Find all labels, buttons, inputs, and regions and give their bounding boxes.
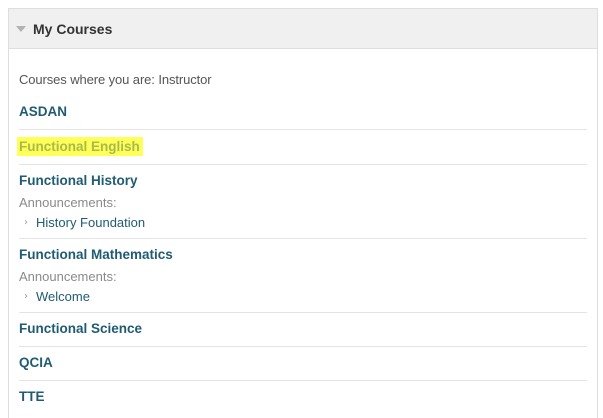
announcement-item: › Welcome (19, 289, 587, 304)
course-link-functional-mathematics[interactable]: Functional Mathematics (19, 246, 173, 263)
course-item-functional-science: Functional Science (19, 313, 587, 347)
announcements-label: Announcements: (19, 269, 117, 284)
course-link-functional-english[interactable]: Functional English (17, 137, 143, 156)
course-item-tte: TTE (19, 381, 587, 414)
module-header[interactable]: My Courses (9, 9, 597, 49)
course-link-tte[interactable]: TTE (19, 388, 45, 405)
my-courses-module: My Courses Courses where you are: Instru… (8, 8, 598, 418)
chevron-right-icon: › (24, 217, 28, 228)
announcements-label: Announcements: (19, 195, 117, 210)
announcement-link-history-foundation[interactable]: History Foundation (36, 215, 145, 230)
module-title: My Courses (33, 20, 113, 37)
course-item-functional-english: Functional English (17, 130, 587, 165)
course-item-functional-mathematics: Functional Mathematics Announcements: › … (19, 239, 587, 313)
course-link-qcia[interactable]: QCIA (19, 354, 53, 371)
role-line: Courses where you are: Instructor (19, 72, 212, 87)
course-link-functional-history[interactable]: Functional History (19, 172, 138, 189)
caret-down-icon[interactable] (16, 26, 26, 32)
course-link-functional-science[interactable]: Functional Science (19, 320, 142, 337)
course-item-asdan: ASDAN (19, 96, 587, 130)
chevron-right-icon: › (24, 291, 28, 302)
announcement-item: › History Foundation (19, 215, 587, 230)
course-link-asdan[interactable]: ASDAN (19, 103, 67, 120)
module-body: Courses where you are: Instructor ASDAN … (9, 72, 597, 414)
course-item-qcia: QCIA (19, 347, 587, 381)
course-item-functional-history: Functional History Announcements: › Hist… (19, 165, 587, 239)
announcement-link-welcome[interactable]: Welcome (36, 289, 90, 304)
